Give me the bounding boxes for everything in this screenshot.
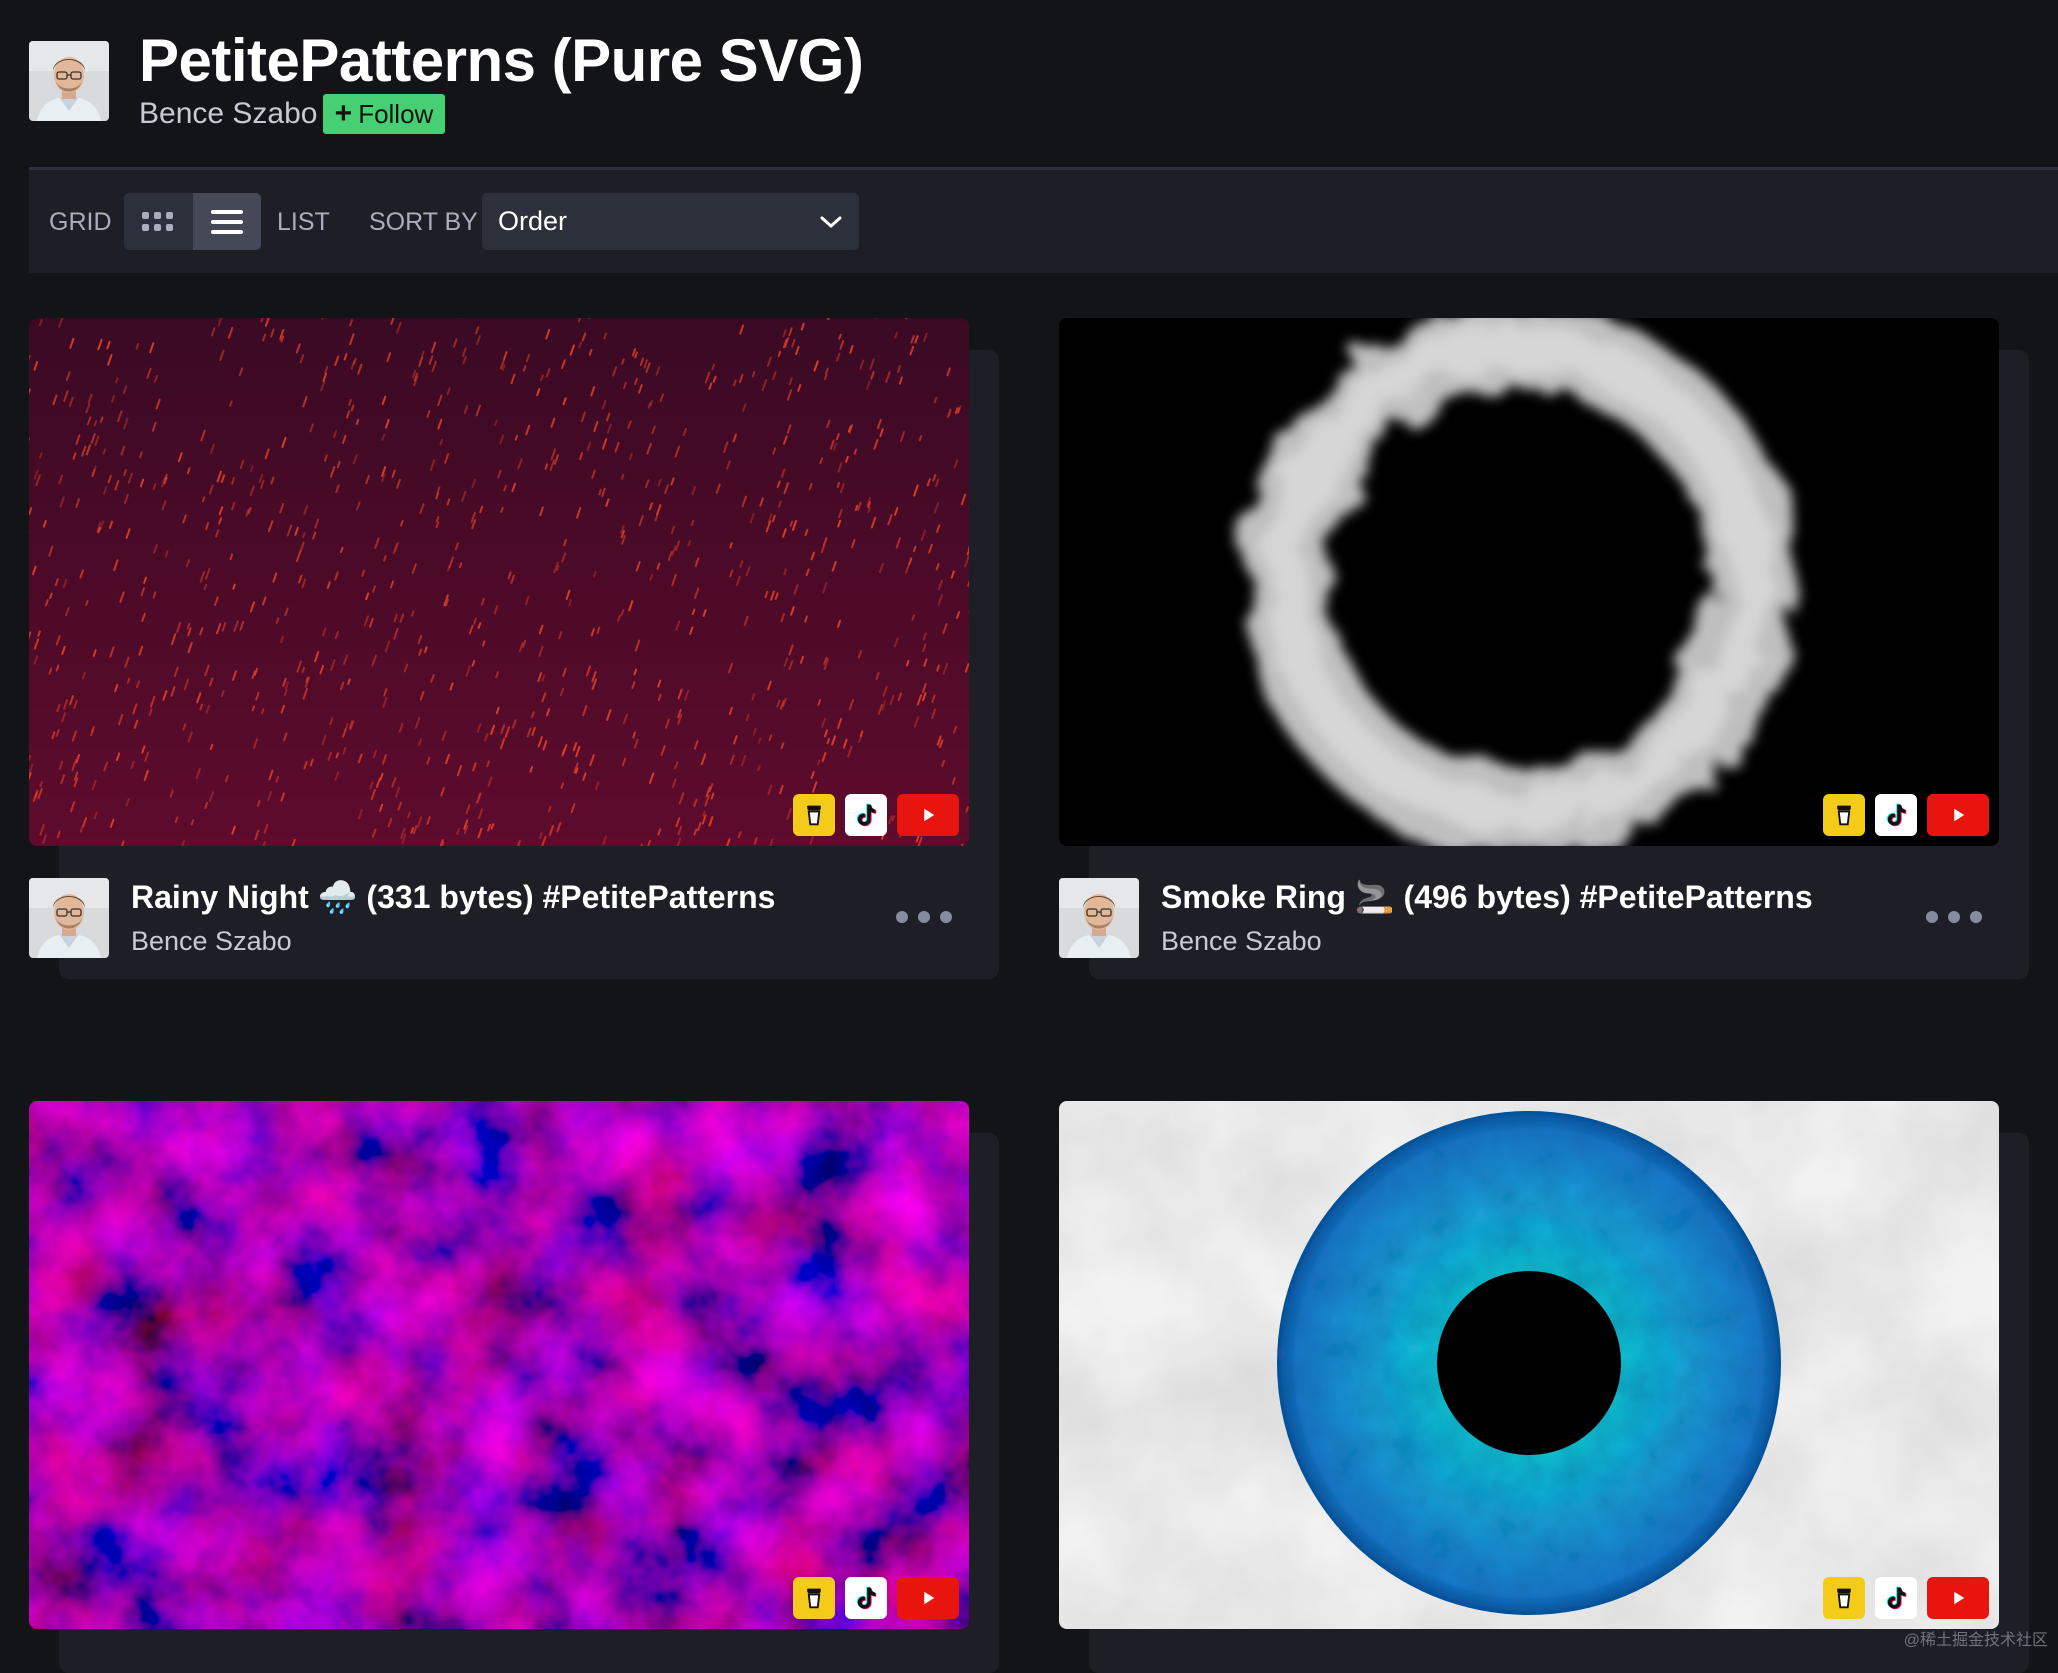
youtube-icon[interactable] [1927,794,1989,836]
profile-author-link[interactable]: Bence Szabo [139,96,317,132]
grid-dots-icon [141,211,175,233]
follow-button-label: Follow [358,99,433,130]
pen-preview-smoke-ring[interactable] [1059,318,1999,846]
youtube-icon[interactable] [1927,1577,1989,1619]
grid-view-button[interactable] [124,193,192,250]
buy-me-a-coffee-icon[interactable] [793,794,835,836]
tiktok-icon[interactable] [845,1577,887,1619]
sort-select-value: Order [498,206,567,237]
more-options-icon[interactable] [896,902,952,932]
chevron-down-icon [819,214,843,230]
grid-label: GRID [49,207,112,237]
profile-avatar[interactable] [29,41,109,121]
view-toolbar: GRID LIST SORT BY Order [29,167,2058,273]
pen-preview-eye[interactable] [1059,1101,1999,1629]
watermark: @稀土掘金技术社区 [1904,1626,2048,1650]
magenta-noise-artwork [29,1101,969,1629]
list-view-button[interactable] [193,193,261,250]
view-toggle [124,193,261,250]
tiktok-icon[interactable] [1875,1577,1917,1619]
list-lines-icon [211,209,243,235]
youtube-icon[interactable] [897,794,959,836]
sort-select[interactable]: Order [482,193,859,250]
social-links [793,794,959,836]
plus-icon: + [335,99,353,129]
list-label: LIST [277,207,330,237]
social-links [1823,1577,1989,1619]
pen-preview-magenta-pattern[interactable] [29,1101,969,1629]
sort-by-label: SORT BY [369,207,478,237]
more-options-icon[interactable] [1926,902,1982,932]
rainy-night-artwork [29,318,969,846]
follow-button[interactable]: + Follow [323,94,445,134]
tiktok-icon[interactable] [845,794,887,836]
smoke-ring-artwork [1059,318,1999,846]
card-title[interactable]: Rainy Night 🌧️ (331 bytes) #PetitePatter… [131,878,775,916]
buy-me-a-coffee-icon[interactable] [1823,794,1865,836]
card-title[interactable]: Smoke Ring 🚬 (496 bytes) #PetitePatterns [1161,878,1813,916]
card-author[interactable]: Bence Szabo [131,925,292,957]
social-links [793,1577,959,1619]
buy-me-a-coffee-icon[interactable] [1823,1577,1865,1619]
page-title: PetitePatterns (Pure SVG) [139,26,863,96]
card-author[interactable]: Bence Szabo [1161,925,1322,957]
card-author-avatar[interactable] [29,878,109,958]
buy-me-a-coffee-icon[interactable] [793,1577,835,1619]
eye-artwork [1059,1101,1999,1629]
social-links [1823,794,1989,836]
youtube-icon[interactable] [897,1577,959,1619]
tiktok-icon[interactable] [1875,794,1917,836]
pen-preview-rainy-night[interactable] [29,318,969,846]
card-author-avatar[interactable] [1059,878,1139,958]
